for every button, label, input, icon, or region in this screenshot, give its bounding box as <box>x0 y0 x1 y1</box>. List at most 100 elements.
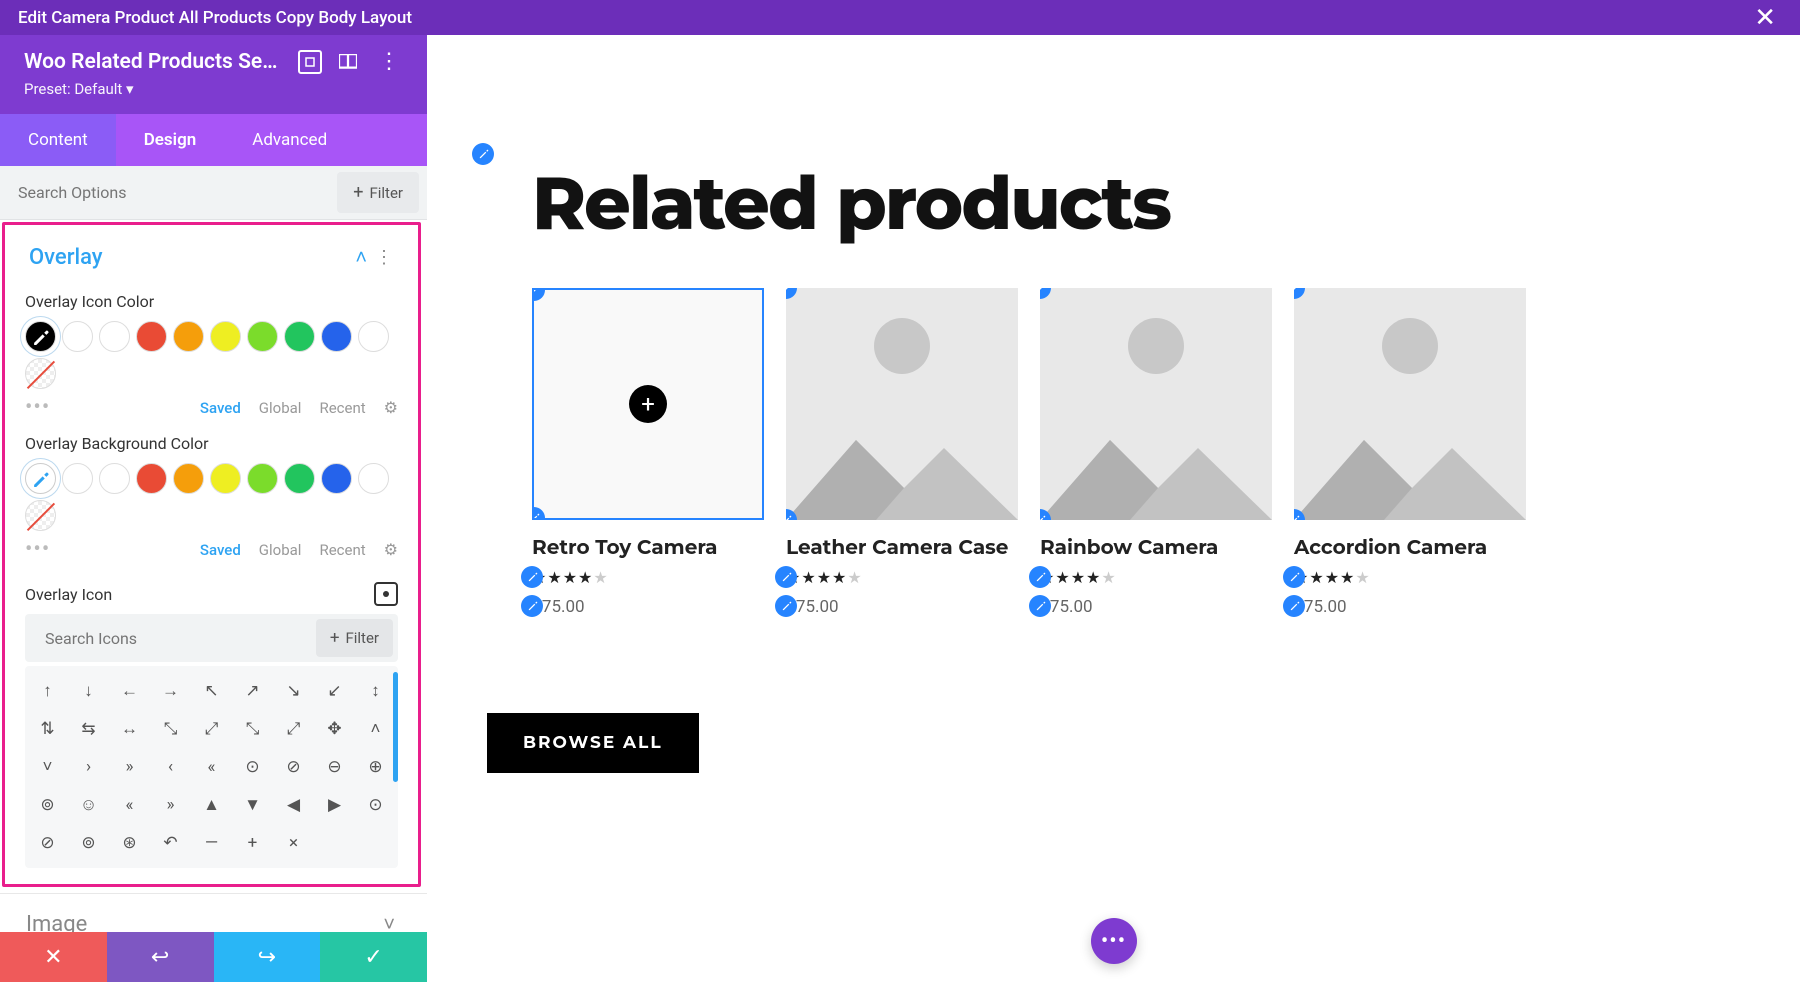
tab-advanced[interactable]: Advanced <box>224 114 427 166</box>
page-settings-fab[interactable]: ••• <box>1091 918 1137 964</box>
browse-all-button[interactable]: BROWSE ALL <box>487 713 699 773</box>
close-button[interactable]: ✕ <box>1748 5 1782 31</box>
icon-filter-button[interactable]: +Filter <box>316 619 393 657</box>
redo-button[interactable]: ↪ <box>214 932 321 982</box>
icon-option[interactable]: ⤡ <box>232 710 273 748</box>
icon-option[interactable]: × <box>273 824 314 862</box>
product-card[interactable]: Leather Camera Case★★★★★£75.00 <box>786 288 1018 617</box>
icon-option[interactable]: ⤢ <box>191 710 232 748</box>
icon-option[interactable]: ― <box>191 824 232 862</box>
color-swatch[interactable] <box>210 463 241 494</box>
color-swatch[interactable] <box>173 463 204 494</box>
color-swatch[interactable] <box>62 321 93 352</box>
color-swatch[interactable] <box>247 321 278 352</box>
icon-option[interactable]: » <box>109 748 150 786</box>
icon-option[interactable]: ▼ <box>232 786 273 824</box>
icon-option[interactable]: ↔ <box>109 710 150 748</box>
color-swatch[interactable] <box>321 463 352 494</box>
icon-option[interactable]: ⊖ <box>314 748 355 786</box>
icon-option[interactable]: ⊙ <box>232 748 273 786</box>
icon-grid-scrollbar[interactable] <box>393 672 398 782</box>
preset-selector[interactable]: Preset: Default ▾ <box>24 80 403 98</box>
more-colors-icon[interactable]: ••• <box>25 537 50 562</box>
undo-button[interactable]: ↩ <box>107 932 214 982</box>
edit-module-icon[interactable] <box>472 143 494 165</box>
edit-handle-icon[interactable] <box>1029 595 1051 617</box>
icon-option[interactable]: ⤡ <box>150 710 191 748</box>
color-swatch[interactable] <box>321 321 352 352</box>
search-icons-input[interactable] <box>25 616 311 661</box>
icon-option[interactable]: ▶ <box>314 786 355 824</box>
edit-handle-icon[interactable] <box>521 595 543 617</box>
product-card[interactable]: +Retro Toy Camera★★★★★£75.00 <box>532 288 764 617</box>
edit-handle-icon[interactable] <box>1029 566 1051 588</box>
discard-button[interactable]: ✕ <box>0 932 107 982</box>
icon-option[interactable]: ↘ <box>273 672 314 710</box>
icon-option[interactable]: ˄ <box>355 710 396 748</box>
edit-handle-icon[interactable] <box>532 288 545 301</box>
palette-global[interactable]: Global <box>259 399 302 417</box>
icon-option[interactable]: ☺ <box>68 786 109 824</box>
icon-option[interactable]: ⊛ <box>109 824 150 862</box>
tab-content[interactable]: Content <box>0 114 116 166</box>
color-swatch[interactable] <box>210 321 241 352</box>
filter-button[interactable]: +Filter <box>337 172 419 213</box>
icon-option[interactable]: ⊘ <box>27 824 68 862</box>
icon-option[interactable]: ↕ <box>355 672 396 710</box>
color-swatch[interactable] <box>247 463 278 494</box>
icon-option[interactable]: ✥ <box>314 710 355 748</box>
reset-icon[interactable] <box>374 582 398 606</box>
icon-option[interactable]: ˅ <box>27 748 68 786</box>
icon-option[interactable]: ▲ <box>191 786 232 824</box>
color-swatch[interactable] <box>358 463 389 494</box>
transparent-swatch[interactable] <box>25 358 56 389</box>
edit-handle-icon[interactable] <box>521 566 543 588</box>
palette-recent[interactable]: Recent <box>319 399 365 417</box>
icon-option[interactable]: ⊚ <box>27 786 68 824</box>
color-picker-swatch[interactable] <box>25 463 56 494</box>
save-button[interactable]: ✓ <box>320 932 427 982</box>
icon-option[interactable]: ⊘ <box>273 748 314 786</box>
product-card[interactable]: Rainbow Camera★★★★★£75.00 <box>1040 288 1272 617</box>
add-overlay-icon[interactable]: + <box>629 385 667 423</box>
icon-option[interactable]: ⤢ <box>273 710 314 748</box>
color-picker-swatch[interactable] <box>25 321 56 352</box>
palette-saved[interactable]: Saved <box>200 541 241 559</box>
palette-saved[interactable]: Saved <box>200 399 241 417</box>
icon-option[interactable]: ⇆ <box>68 710 109 748</box>
icon-option[interactable]: ↗ <box>232 672 273 710</box>
responsive-icon[interactable] <box>336 50 360 74</box>
icon-option[interactable]: ⇅ <box>27 710 68 748</box>
icon-option[interactable]: ⊙ <box>355 786 396 824</box>
color-swatch[interactable] <box>284 321 315 352</box>
icon-option[interactable]: « <box>191 748 232 786</box>
icon-option[interactable]: ⊕ <box>355 748 396 786</box>
tab-design[interactable]: Design <box>116 114 225 166</box>
color-swatch[interactable] <box>62 463 93 494</box>
icon-option[interactable]: ← <box>109 672 150 710</box>
transparent-swatch[interactable] <box>25 500 56 531</box>
icon-option[interactable]: ↑ <box>27 672 68 710</box>
edit-handle-icon[interactable] <box>775 566 797 588</box>
overlay-section-title[interactable]: Overlay <box>29 245 349 270</box>
edit-handle-icon[interactable] <box>775 595 797 617</box>
edit-handle-icon[interactable] <box>1283 595 1305 617</box>
edit-handle-icon[interactable] <box>532 507 545 520</box>
color-swatch[interactable] <box>136 321 167 352</box>
icon-option[interactable]: ↖ <box>191 672 232 710</box>
icon-option[interactable]: ◀ <box>273 786 314 824</box>
icon-option[interactable]: ↶ <box>150 824 191 862</box>
edit-handle-icon[interactable] <box>1283 566 1305 588</box>
palette-settings-icon[interactable]: ⚙ <box>384 540 398 559</box>
color-swatch[interactable] <box>99 321 130 352</box>
icon-option[interactable]: « <box>109 786 150 824</box>
icon-option[interactable]: + <box>232 824 273 862</box>
palette-recent[interactable]: Recent <box>319 541 365 559</box>
palette-settings-icon[interactable]: ⚙ <box>384 398 398 417</box>
icon-option[interactable]: › <box>68 748 109 786</box>
expand-icon[interactable] <box>298 50 322 74</box>
more-menu-icon[interactable]: ⋮ <box>374 49 403 74</box>
collapse-icon[interactable]: ˄ <box>349 245 373 270</box>
palette-global[interactable]: Global <box>259 541 302 559</box>
color-swatch[interactable] <box>136 463 167 494</box>
